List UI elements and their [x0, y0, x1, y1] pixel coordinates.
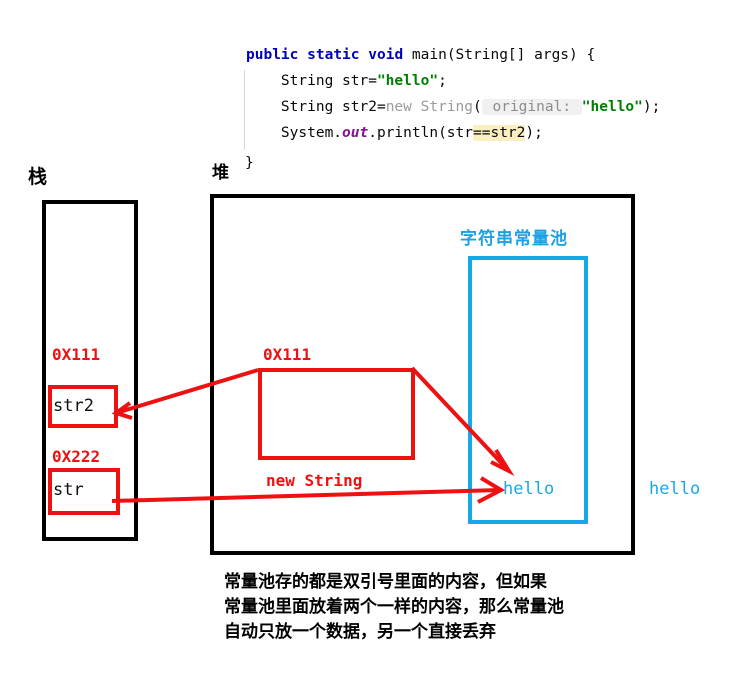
- code-token: main(String[] args) {: [411, 47, 596, 63]
- code-token: String: [420, 99, 474, 115]
- heap-object-caption: new String: [266, 471, 363, 490]
- note-line-2: 常量池里面放着两个一样的内容，那么常量池: [224, 597, 564, 617]
- code-snippet: public static void main(String[] args) {…: [246, 42, 660, 146]
- code-token: );: [525, 125, 543, 141]
- outside-value: hello: [649, 479, 701, 499]
- code-token: String str=: [246, 73, 377, 89]
- code-token: static: [307, 47, 360, 63]
- stack-address-str: 0X222: [52, 447, 101, 466]
- stack-address-str2: 0X111: [52, 345, 101, 364]
- code-token: str2: [490, 125, 526, 141]
- code-line-3: String str2=new String( original: "hello…: [246, 94, 660, 120]
- code-token: new: [385, 99, 412, 115]
- explanatory-note: 常量池存的都是双引号里面的内容，但如果 常量池里面放着两个一样的内容，那么常量池…: [224, 570, 694, 645]
- code-closing-brace: }: [245, 155, 254, 171]
- code-token: void: [368, 47, 404, 63]
- code-token: public: [246, 47, 299, 63]
- heap-object-address: 0X111: [263, 345, 312, 364]
- constant-pool-value: hello: [503, 479, 555, 499]
- code-token: (: [473, 99, 482, 115]
- stack-variable-str: str: [53, 480, 84, 500]
- constant-pool-label: 字符串常量池: [460, 229, 568, 249]
- code-token: System.: [246, 125, 343, 141]
- stack-label: 栈: [28, 166, 48, 188]
- code-line-1: public static void main(String[] args) {: [246, 42, 660, 68]
- note-line-1: 常量池存的都是双引号里面的内容，但如果: [224, 572, 547, 592]
- code-token: ;: [438, 73, 447, 89]
- code-token: );: [642, 99, 661, 115]
- note-line-3: 自动只放一个数据，另一个直接丢弃: [224, 622, 496, 642]
- code-token: ==: [473, 125, 491, 141]
- code-token: original:: [481, 99, 582, 115]
- code-token: "hello": [376, 73, 439, 89]
- code-token: .println(str: [368, 125, 473, 141]
- stack-variable-str2: str2: [53, 396, 94, 416]
- code-line-2: String str="hello";: [246, 68, 660, 94]
- code-line-4: System.out.println(str==str2);: [246, 120, 660, 146]
- heap-label: 堆: [212, 163, 229, 183]
- code-token: "hello": [581, 99, 643, 115]
- heap-string-object: [258, 368, 415, 460]
- code-indent-guide: [244, 70, 245, 150]
- code-token: out: [342, 125, 369, 141]
- code-token: String str2=: [246, 99, 386, 115]
